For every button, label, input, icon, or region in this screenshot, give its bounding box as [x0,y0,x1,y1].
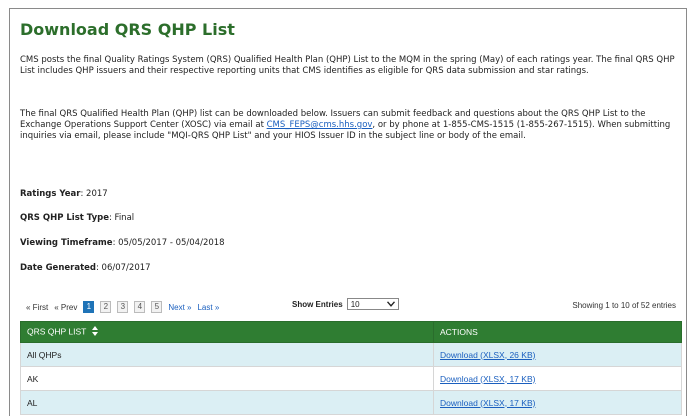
column-header-qhp-list-label: QRS QHP LIST [27,326,87,337]
row-action: Download (XLSX, 26 KB) [433,342,682,367]
email-link[interactable]: CMS_FEPS@cms.hhs.gov [267,120,373,130]
qhp-list-table: QRS QHP LIST ACTIONS All QHPs Download (… [20,321,682,415]
row-name: All QHPs [20,342,434,367]
date-generated: Date Generated: 06/07/2017 [20,263,151,273]
sort-icon[interactable] [92,326,99,338]
page-1-button[interactable]: 1 [83,301,95,313]
content-panel: Download QRS QHP List CMS posts the fina… [9,8,687,416]
page-5-button[interactable]: 5 [151,301,163,313]
first-page-link[interactable]: « First [26,303,48,312]
row-action: Download (XLSX, 17 KB) [433,366,682,391]
show-entries: Show Entries 10 [292,298,399,310]
show-entries-label: Show Entries [292,299,343,309]
page-3-button[interactable]: 3 [117,301,129,313]
timeframe-label: Viewing Timeframe [20,238,113,248]
date-generated-value: : 06/07/2017 [95,263,151,273]
table-header-row: QRS QHP LIST ACTIONS [20,321,682,343]
viewing-timeframe: Viewing Timeframe: 05/05/2017 - 05/04/20… [20,238,225,248]
ratings-year: Ratings Year: 2017 [20,189,108,199]
ratings-year-label: Ratings Year [20,189,81,199]
download-link[interactable]: Download (XLSX, 26 KB) [440,350,535,360]
chevron-down-icon [386,300,395,309]
contact-paragraph: The final QRS Qualified Health Plan (QHP… [20,109,680,142]
pagination: « First « Prev 1 2 3 4 5 Next » Last » [26,301,219,313]
show-entries-select[interactable]: 10 [346,298,399,310]
list-type-value: : Final [108,213,135,223]
row-action: Download (XLSX, 17 KB) [433,390,682,415]
list-type-label: QRS QHP List Type [20,213,109,223]
date-generated-label: Date Generated [20,263,96,273]
page-title: Download QRS QHP List [20,20,235,39]
ratings-year-value: : 2017 [80,189,108,199]
page-4-button[interactable]: 4 [134,301,146,313]
last-page-link[interactable]: Last » [197,303,219,312]
list-type: QRS QHP List Type: Final [20,213,134,223]
intro-paragraph: CMS posts the final Quality Ratings Syst… [20,55,675,76]
column-header-qhp-list[interactable]: QRS QHP LIST [20,321,434,343]
download-link[interactable]: Download (XLSX, 17 KB) [440,374,535,384]
showing-entries-info: Showing 1 to 10 of 52 entries [572,301,676,310]
table-row: All QHPs Download (XLSX, 26 KB) [20,342,682,367]
timeframe-value: : 05/05/2017 - 05/04/2018 [112,238,225,248]
table-row: AK Download (XLSX, 17 KB) [20,366,682,391]
next-page-link[interactable]: Next » [168,303,191,312]
prev-page-link[interactable]: « Prev [54,303,77,312]
row-name: AK [20,366,434,391]
column-header-actions: ACTIONS [433,321,682,343]
row-name: AL [20,390,434,415]
download-link[interactable]: Download (XLSX, 17 KB) [440,398,535,408]
show-entries-value: 10 [350,299,360,309]
page-2-button[interactable]: 2 [100,301,112,313]
table-row: AL Download (XLSX, 17 KB) [20,390,682,415]
